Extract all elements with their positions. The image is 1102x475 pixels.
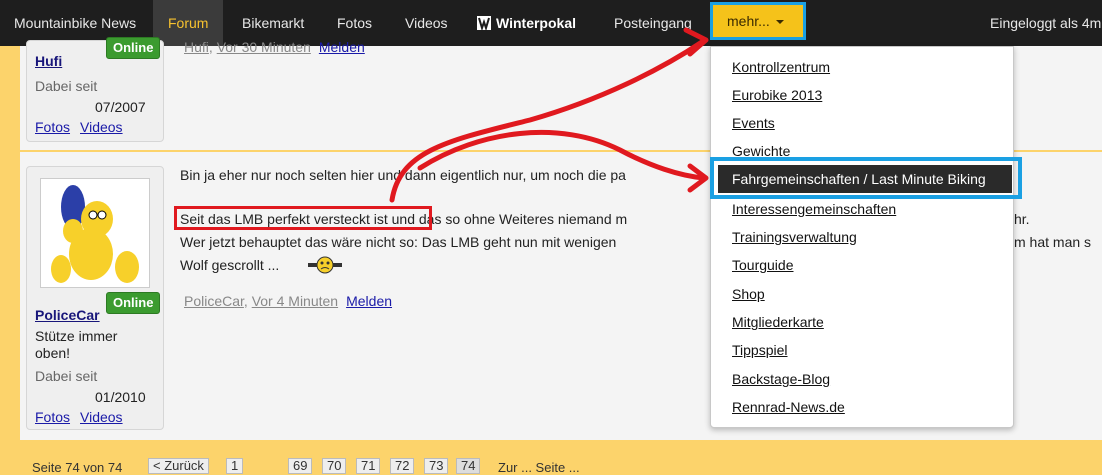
smiley-icon bbox=[308, 256, 342, 274]
menu-item-tourguide[interactable]: Tourguide bbox=[732, 257, 794, 273]
winterpokal-icon bbox=[477, 16, 491, 31]
pager-page-72[interactable]: 72 bbox=[390, 458, 415, 474]
pager-page-73[interactable]: 73 bbox=[424, 458, 449, 474]
post-text-line2-end: hr. bbox=[1014, 211, 1030, 227]
avatar-image-icon bbox=[41, 179, 149, 287]
pager-page-74[interactable]: 74 bbox=[456, 458, 481, 474]
pagination-bar: Seite 74 von 74 < Zurück 1 69 70 71 72 7… bbox=[20, 440, 1102, 475]
menu-item-eurobike[interactable]: Eurobike 2013 bbox=[732, 87, 822, 103]
member-since-date: 07/2007 bbox=[95, 99, 146, 115]
menu-item-kontrollzentrum[interactable]: Kontrollzentrum bbox=[732, 59, 830, 75]
username-link[interactable]: Hufi bbox=[35, 53, 62, 69]
post-text-line3: Wer jetzt behauptet das wäre nicht so: D… bbox=[180, 234, 617, 250]
pager-page-70[interactable]: 70 bbox=[322, 458, 347, 474]
nav-videos[interactable]: Videos bbox=[405, 0, 448, 46]
nav-posteingang[interactable]: Posteingang bbox=[614, 0, 692, 46]
user-fotos-link[interactable]: Fotos bbox=[35, 119, 70, 135]
nav-more-menu-button[interactable]: mehr... bbox=[710, 2, 806, 40]
username-link[interactable]: PoliceCar bbox=[35, 307, 100, 323]
user-fotos-link[interactable]: Fotos bbox=[35, 409, 70, 425]
report-link[interactable]: Melden bbox=[346, 293, 392, 309]
menu-item-trainingsverwaltung[interactable]: Trainingsverwaltung bbox=[732, 229, 857, 245]
pager-first-button[interactable]: 1 bbox=[226, 458, 244, 474]
menu-item-interessengemeinschaften[interactable]: Interessengemeinschaften bbox=[732, 201, 896, 217]
annotation-red-box bbox=[174, 206, 432, 230]
menu-item-fahrgemeinschaften[interactable]: Fahrgemeinschaften / Last Minute Biking bbox=[718, 165, 1012, 193]
pager-page-71[interactable]: 71 bbox=[356, 458, 381, 474]
pager-page-69[interactable]: 69 bbox=[288, 458, 313, 474]
avatar[interactable] bbox=[40, 178, 150, 288]
online-badge: Online bbox=[106, 292, 161, 314]
caret-down-icon bbox=[775, 20, 784, 24]
pager-back-button[interactable]: < Zurück bbox=[148, 458, 209, 474]
post-time-link[interactable]: Vor 30 Minuten bbox=[217, 39, 311, 55]
post-time-link[interactable]: Vor 4 Minuten bbox=[252, 293, 338, 309]
online-badge: Online bbox=[106, 37, 161, 59]
post-meta-previous: Hufi, Vor 30 Minuten Melden bbox=[184, 39, 365, 55]
top-navigation: Mountainbike News Forum Bikemarkt Fotos … bbox=[0, 0, 1102, 46]
menu-item-backstage-blog[interactable]: Backstage-Blog bbox=[732, 371, 830, 387]
menu-item-events[interactable]: Events bbox=[732, 115, 775, 131]
menu-item-shop[interactable]: Shop bbox=[732, 286, 765, 302]
post-text-line1: Bin ja eher nur noch selten hier und dan… bbox=[180, 167, 626, 183]
user-videos-link[interactable]: Videos bbox=[80, 409, 123, 425]
post-meta-main: PoliceCar, Vor 4 Minuten Melden bbox=[184, 293, 393, 309]
member-since-label: Dabei seit bbox=[35, 78, 98, 94]
member-since-label: Dabei seit bbox=[35, 368, 98, 384]
nav-winterpokal-label: Winterpokal bbox=[496, 15, 576, 31]
user-title-line1: Stütze immer bbox=[35, 328, 118, 344]
report-link[interactable]: Melden bbox=[319, 39, 365, 55]
user-videos-link[interactable]: Videos bbox=[80, 119, 123, 135]
post-text-line3-end: m hat man s bbox=[1014, 234, 1092, 250]
menu-item-mitgliederkarte[interactable]: Mitgliederkarte bbox=[732, 314, 824, 330]
user-title-line2: oben! bbox=[35, 345, 71, 361]
member-since-date: 01/2010 bbox=[95, 389, 146, 405]
menu-item-rennrad-news[interactable]: Rennrad-News.de bbox=[732, 399, 845, 415]
post-author-link[interactable]: Hufi bbox=[184, 39, 209, 55]
logged-in-status[interactable]: Eingeloggt als 4m bbox=[990, 0, 1102, 46]
post-text-line4: Wolf gescrollt ... bbox=[180, 257, 280, 273]
post-author-link[interactable]: PoliceCar bbox=[184, 293, 244, 309]
nav-more-label: mehr... bbox=[727, 13, 770, 29]
nav-winterpokal[interactable]: Winterpokal bbox=[476, 0, 576, 46]
menu-item-tippspiel[interactable]: Tippspiel bbox=[732, 342, 788, 358]
